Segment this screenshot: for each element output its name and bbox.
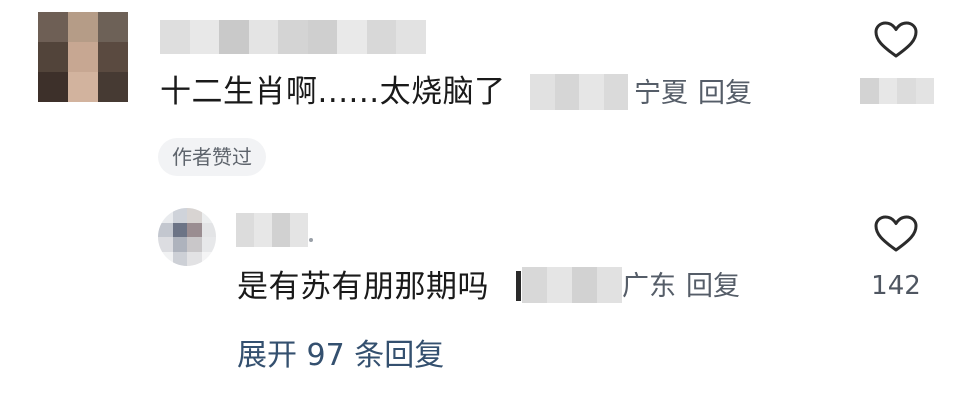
like-count: 142: [871, 271, 921, 301]
reply-button[interactable]: 回复: [686, 271, 740, 302]
comment-meta: 广东 回复: [622, 265, 740, 309]
comment-text: 十二生肖啊......太烧脑了: [160, 74, 506, 110]
comment-meta: 宁夏 回复: [634, 72, 752, 116]
comment-thread: 十二生肖啊......太烧脑了 宁夏 回复 作者赞过 是有苏有朋那期吗 广东 回复 …: [0, 0, 960, 401]
comment-text: 是有苏有朋那期吗: [237, 269, 489, 305]
avatar[interactable]: [158, 208, 216, 266]
username-redacted[interactable]: [160, 20, 426, 54]
author-liked-badge: 作者赞过: [158, 138, 266, 176]
expand-replies-button[interactable]: 展开 97 条回复: [237, 334, 444, 378]
separator-dot: [309, 238, 313, 242]
redacted-block: [530, 74, 628, 110]
like-count-redacted: [860, 78, 934, 104]
heart-outline-icon[interactable]: [873, 214, 919, 254]
location-label: 宁夏: [634, 78, 688, 109]
reply-button[interactable]: 回复: [698, 78, 752, 109]
redacted-block: [522, 267, 622, 303]
location-label: 广东: [622, 271, 676, 302]
text-cursor: [516, 271, 521, 301]
username-redacted[interactable]: [236, 213, 308, 247]
avatar[interactable]: [38, 12, 128, 102]
heart-outline-icon[interactable]: [873, 20, 919, 60]
